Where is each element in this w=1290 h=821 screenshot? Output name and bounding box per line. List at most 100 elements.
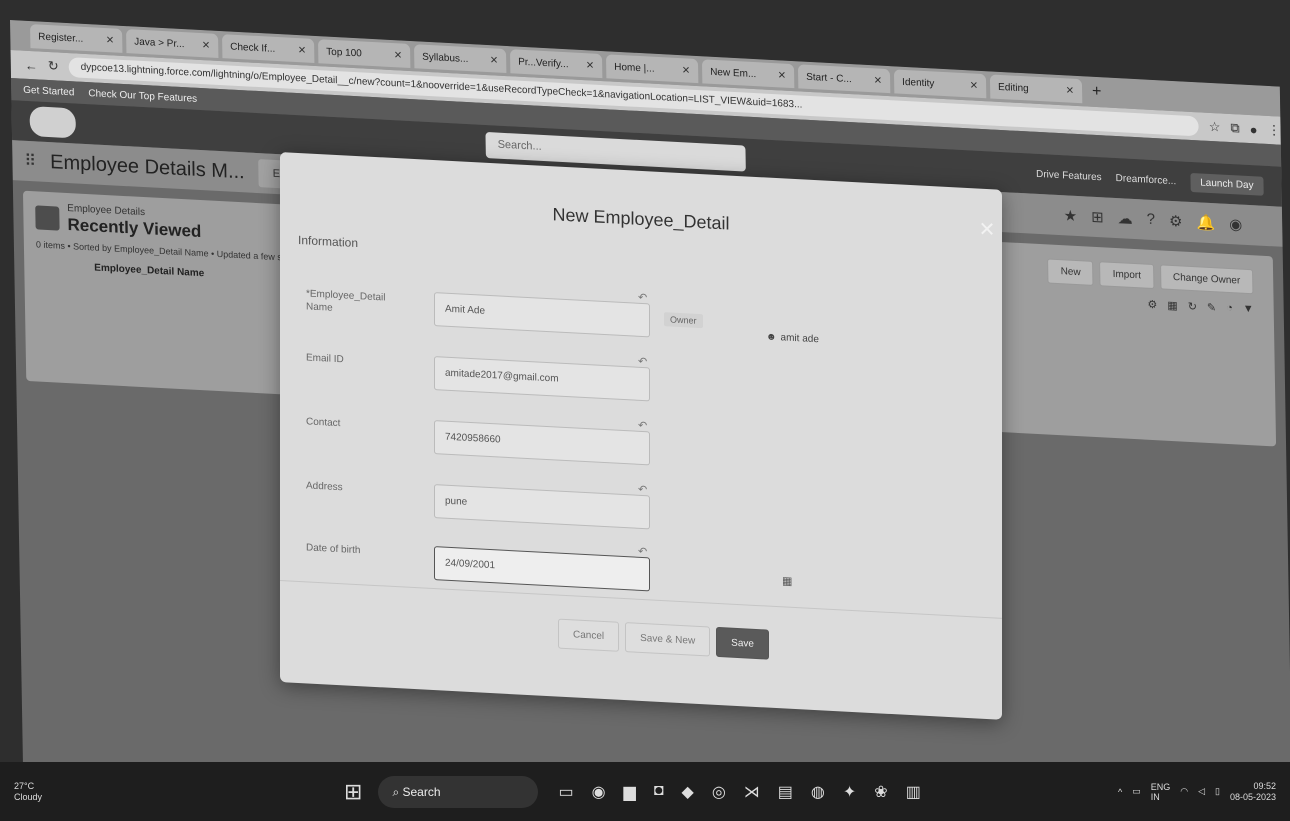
undo-icon[interactable]: ↶ xyxy=(638,419,647,432)
star-icon[interactable]: ☆ xyxy=(1209,119,1221,136)
list-settings-icon[interactable]: ⚙ xyxy=(1147,298,1157,312)
cancel-button[interactable]: Cancel xyxy=(558,618,620,652)
undo-icon[interactable]: ↶ xyxy=(638,545,647,558)
email-input[interactable]: amitade2017@gmail.com xyxy=(434,356,650,402)
edit-pencil-icon[interactable]: ✎ xyxy=(1207,301,1216,314)
browser-tab[interactable]: Check If... ✕ xyxy=(222,34,315,63)
filter-icon[interactable]: ▼ xyxy=(1243,303,1254,317)
undo-icon[interactable]: ↶ xyxy=(638,291,647,304)
list-object-icon xyxy=(35,205,60,231)
refresh-icon[interactable]: ↻ xyxy=(1188,300,1197,313)
field-email: Email ID amitade2017@gmail.com ↶ xyxy=(306,343,806,419)
calendar-icon[interactable]: ▦ xyxy=(782,574,792,588)
close-tab-icon[interactable]: ✕ xyxy=(970,80,979,91)
app-launcher-icon[interactable]: ⠿ xyxy=(24,151,36,172)
profile-icon[interactable]: ● xyxy=(1250,122,1258,137)
save-and-new-button[interactable]: Save & New xyxy=(625,622,711,657)
field-contact: Contact 7420958660 ↶ xyxy=(306,407,806,483)
language-indicator[interactable]: ENG IN xyxy=(1151,782,1171,802)
avatar[interactable]: ◉ xyxy=(1229,215,1242,234)
bookmark-top-features[interactable]: Check Our Top Features xyxy=(88,88,197,105)
cloud-icon[interactable]: ☁ xyxy=(1118,209,1133,228)
vscode-icon[interactable]: ⋊ xyxy=(744,782,760,802)
close-tab-icon[interactable]: ✕ xyxy=(1066,85,1075,96)
brave-browser-icon[interactable]: ◆ xyxy=(682,782,694,802)
weather-widget[interactable]: 27°C Cloudy xyxy=(14,781,84,803)
browser-tab[interactable]: Identity ✕ xyxy=(893,69,987,99)
help-icon[interactable]: ? xyxy=(1147,211,1156,229)
header-link[interactable]: Dreamforce... xyxy=(1116,173,1177,187)
favorites-icon[interactable]: ★ xyxy=(1064,206,1078,225)
field-label: Email ID xyxy=(306,352,344,366)
browser-tab[interactable]: Pr...Verify... ✕ xyxy=(509,49,603,79)
app-icon[interactable]: ✦ xyxy=(843,782,856,802)
close-tab-icon[interactable]: ✕ xyxy=(106,35,115,46)
address-input[interactable]: pune xyxy=(434,484,650,530)
add-icon[interactable]: ⊞ xyxy=(1091,208,1104,227)
app-icon[interactable]: ▥ xyxy=(906,782,921,802)
settings-gear-icon[interactable]: ⚙ xyxy=(1169,212,1183,231)
reload-icon[interactable]: ↻ xyxy=(48,58,59,75)
modal-footer: Cancel Save & New Save xyxy=(558,618,769,660)
undo-icon[interactable]: ↶ xyxy=(638,355,647,368)
wifi-icon[interactable]: ◠ xyxy=(1180,786,1188,797)
close-tab-icon[interactable]: ✕ xyxy=(202,40,211,51)
browser-tab[interactable]: Editing ✕ xyxy=(989,74,1083,104)
close-tab-icon[interactable]: ✕ xyxy=(682,65,691,76)
field-label: Date of birth xyxy=(306,542,361,557)
user-icon: ☻ xyxy=(766,331,777,344)
battery-icon[interactable]: ▭ xyxy=(1132,786,1141,797)
app-name: Employee Details M... xyxy=(49,150,245,183)
close-tab-icon[interactable]: ✕ xyxy=(394,50,403,61)
app-icon[interactable]: ◍ xyxy=(811,782,825,802)
list-display-icon[interactable]: ▦ xyxy=(1167,299,1178,313)
close-tab-icon[interactable]: ✕ xyxy=(298,45,307,56)
change-owner-button[interactable]: Change Owner xyxy=(1159,264,1254,295)
taskbar-search[interactable]: ⌕ Search xyxy=(378,775,539,808)
import-button[interactable]: Import xyxy=(1099,261,1155,290)
save-button[interactable]: Save xyxy=(716,626,769,660)
field-label: Address xyxy=(306,480,343,494)
start-windows-icon[interactable]: ⊞ xyxy=(344,779,362,805)
app-icon[interactable]: ◉ xyxy=(592,782,606,802)
task-view-icon[interactable]: ▭ xyxy=(558,782,573,802)
owner-label: Owner xyxy=(664,312,703,329)
browser-tab[interactable]: Top 100 ✕ xyxy=(318,39,411,69)
back-icon[interactable]: ← xyxy=(25,57,38,73)
new-button[interactable]: New xyxy=(1047,258,1094,286)
close-icon[interactable]: ✕ xyxy=(976,218,998,242)
battery-status-icon[interactable]: ▯ xyxy=(1215,786,1220,797)
column-header-name[interactable]: Employee_Detail Name xyxy=(94,262,204,279)
close-tab-icon[interactable]: ✕ xyxy=(778,70,787,81)
browser-tab-active[interactable]: New Em... ✕ xyxy=(701,59,795,89)
employee-name-input[interactable]: Amit Ade xyxy=(434,292,650,338)
chevron-up-icon[interactable]: ^ xyxy=(1118,787,1122,797)
undo-icon[interactable]: ↶ xyxy=(638,483,647,496)
browser-tab[interactable]: Register... ✕ xyxy=(30,24,123,53)
bookmark-get-started[interactable]: Get Started xyxy=(23,84,74,98)
volume-icon[interactable]: ◁ xyxy=(1198,786,1205,797)
notifications-bell-icon[interactable]: 🔔 xyxy=(1196,213,1215,232)
menu-icon[interactable]: ⋮ xyxy=(1267,122,1280,139)
browser-tab[interactable]: Home |... ✕ xyxy=(605,54,699,84)
browser-tab[interactable]: Start - C... ✕ xyxy=(797,64,891,94)
new-tab-button[interactable]: + xyxy=(1086,82,1108,101)
close-tab-icon[interactable]: ✕ xyxy=(586,60,595,71)
date-of-birth-input[interactable]: 24/09/2001 xyxy=(434,546,650,592)
close-tab-icon[interactable]: ✕ xyxy=(874,75,883,86)
app-icon[interactable]: ❀ xyxy=(874,782,887,802)
app-icon[interactable]: ◘ xyxy=(654,782,664,802)
folder-icon[interactable]: ▤ xyxy=(778,782,793,802)
browser-tab[interactable]: Java > Pr... ✕ xyxy=(126,29,219,58)
chart-icon[interactable]: ◔ xyxy=(1226,302,1233,315)
browser-tab[interactable]: Syllabus... ✕ xyxy=(413,44,507,74)
clock[interactable]: 09:52 08-05-2023 xyxy=(1230,781,1276,803)
chrome-icon[interactable]: ◎ xyxy=(712,782,726,802)
close-tab-icon[interactable]: ✕ xyxy=(490,55,499,66)
header-button[interactable]: Launch Day xyxy=(1190,172,1264,196)
list-view-selector[interactable]: Recently Viewed xyxy=(67,215,201,242)
extensions-icon[interactable]: ⧉ xyxy=(1230,120,1240,137)
contact-input[interactable]: 7420958660 xyxy=(434,420,650,466)
file-explorer-icon[interactable]: ▆ xyxy=(624,782,636,802)
header-link[interactable]: Drive Features xyxy=(1036,168,1102,182)
